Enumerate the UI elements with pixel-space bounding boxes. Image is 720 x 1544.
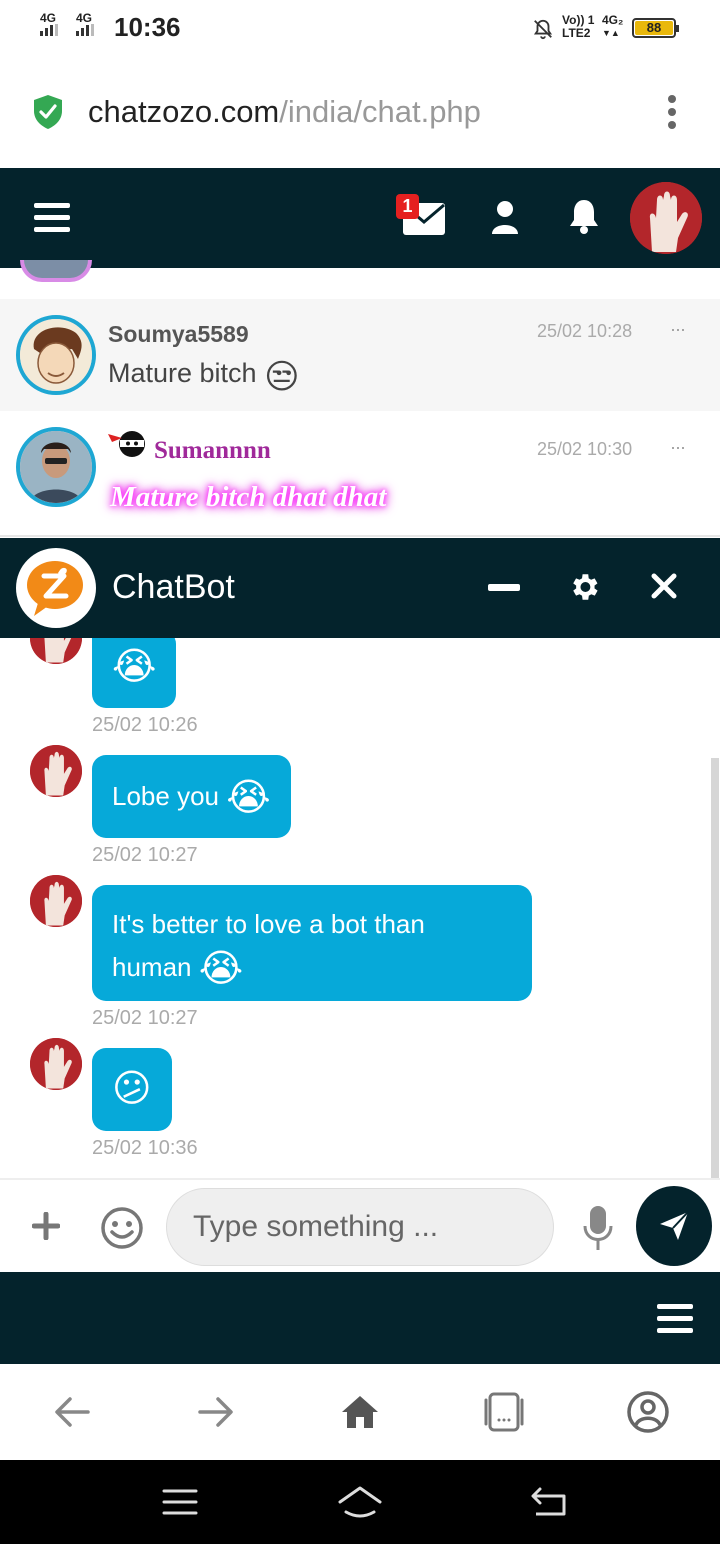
bubble-time: 25/02 10:27 [92, 844, 198, 866]
battery-level: 88 [635, 21, 673, 35]
data-indicator: 4G₂ ▼▲ [602, 14, 623, 40]
message-time: 25/02 10:28 [537, 321, 633, 341]
system-nav-bar [0, 1460, 720, 1544]
lte-label: LTE2 [562, 26, 591, 40]
message-input[interactable] [166, 1188, 554, 1266]
url-host: chatzozo.com [88, 94, 280, 129]
tabs-icon[interactable] [480, 1392, 528, 1432]
sender-avatar [30, 638, 82, 664]
status-bar: 4G 4G 10:36 Vo)) 1 LTE2 4G₂ ▼▲ 88 [0, 0, 720, 56]
confused-emoji: 😕 [112, 1068, 152, 1110]
sender-avatar [30, 875, 82, 927]
url-path: /india/chat.php [279, 94, 481, 129]
battery-icon: 88 [632, 18, 679, 38]
browser-nav-bar [0, 1364, 720, 1460]
chatbot-scrollbar[interactable] [711, 758, 719, 1178]
clock: 10:36 [114, 12, 181, 42]
plus-icon[interactable] [32, 1212, 60, 1240]
shield-check-icon [34, 95, 62, 129]
system-back-icon[interactable] [530, 1486, 568, 1518]
profile-avatar[interactable] [630, 182, 702, 254]
more-vert-icon[interactable] [666, 94, 678, 130]
hand-avatar-image [630, 182, 702, 254]
signal-sim1: 4G [40, 12, 58, 36]
bubble-time: 25/02 10:26 [92, 714, 198, 736]
recents-menu-icon[interactable] [162, 1488, 198, 1516]
site-footer [0, 1272, 720, 1364]
chat-input-row [0, 1178, 720, 1272]
chat-bubble: 😭 [92, 638, 177, 708]
site-header: 1 [0, 168, 720, 268]
bell-muted-icon [533, 19, 553, 40]
ninja-rank-icon [108, 431, 145, 457]
home-icon[interactable] [340, 1394, 380, 1430]
username[interactable]: Sumannnn [154, 437, 271, 465]
bubble-text: human [112, 952, 192, 982]
system-home-icon[interactable] [336, 1484, 384, 1520]
browser-url-bar[interactable]: chatzozo.com/india/chat.php [0, 56, 720, 168]
account-icon[interactable] [626, 1390, 670, 1434]
message-options-icon[interactable]: ··· [670, 319, 686, 340]
user-icon[interactable] [490, 200, 520, 234]
hamburger-icon[interactable] [657, 1304, 693, 1334]
bubble-time: 25/02 10:36 [92, 1137, 198, 1159]
chat-bubble: Lobe you 😭 [92, 755, 291, 838]
chat-message: Soumya5589 25/02 10:28 ··· Mature bitch … [0, 299, 720, 411]
chat-message: Sumannnn 25/02 10:30 ··· Mature bitch dh… [0, 411, 720, 537]
user-avatar[interactable] [16, 315, 96, 395]
paper-plane-icon [660, 1211, 689, 1240]
chatzozo-logo-icon [27, 561, 83, 616]
mail-badge: 1 [396, 194, 419, 219]
message-text-row: Mature bitch 😒 [108, 357, 300, 397]
username[interactable]: Soumya5589 [108, 321, 249, 348]
chatbot-logo [16, 548, 96, 628]
chatbot-header: ChatBot [0, 538, 720, 638]
bubble-time: 25/02 10:27 [92, 1007, 198, 1029]
sender-avatar [30, 1038, 82, 1090]
bubble-text-line2: human 😭 [112, 946, 512, 991]
smiley-icon[interactable] [100, 1206, 144, 1250]
message-time: 25/02 10:30 [537, 439, 633, 459]
sender-avatar [30, 745, 82, 797]
chat-bubble: It's better to love a bot than human 😭 [92, 885, 532, 1001]
net-type-3: 4G₂ [602, 13, 624, 27]
hand-avatar-image [30, 745, 82, 797]
net-type-1: 4G [40, 11, 57, 25]
forward-arrow-icon[interactable] [198, 1396, 234, 1428]
hand-avatar-image [30, 1038, 82, 1090]
unamused-emoji: 😒 [264, 358, 300, 396]
signal-sim2: 4G [76, 12, 94, 36]
net-type-2: 4G [76, 11, 93, 25]
partial-avatar [20, 260, 92, 282]
message-text: Mature bitch [108, 358, 257, 388]
chatbot-title: ChatBot [112, 568, 235, 606]
chatbot-messages[interactable]: 😭 25/02 10:26 Lobe you 😭 25/02 10:27 It'… [0, 638, 720, 1178]
signal-bars-icon [76, 24, 94, 36]
avatar-photo-image [20, 431, 92, 503]
signal-bars-icon [40, 24, 58, 36]
styled-message-text: Mature bitch dhat dhat [110, 481, 387, 513]
chat-bubble: 😕 [92, 1048, 172, 1131]
back-arrow-icon[interactable] [54, 1396, 90, 1428]
url-text[interactable]: chatzozo.com/india/chat.php [88, 94, 481, 130]
avatar-sketch-image [20, 319, 92, 391]
volte-indicator: Vo)) 1 LTE2 [562, 14, 594, 40]
crying-emoji: 😭 [198, 948, 244, 990]
data-arrows-icon: ▼▲ [602, 28, 620, 38]
send-button[interactable] [636, 1186, 712, 1266]
microphone-icon[interactable] [582, 1204, 614, 1252]
hamburger-icon[interactable] [34, 202, 70, 234]
bell-icon[interactable] [568, 198, 600, 234]
hand-avatar-image [30, 638, 82, 664]
message-options-icon[interactable]: ··· [670, 437, 686, 458]
hand-avatar-image [30, 875, 82, 927]
user-avatar[interactable] [16, 427, 96, 507]
gear-icon[interactable] [567, 570, 601, 604]
close-icon[interactable] [651, 573, 677, 599]
bubble-text: Lobe you [112, 781, 219, 811]
crying-emoji: 😭 [226, 777, 271, 819]
crying-emoji: 😭 [112, 646, 157, 688]
minus-icon[interactable] [488, 581, 520, 595]
bubble-text: It's better to love a bot than [112, 909, 425, 939]
